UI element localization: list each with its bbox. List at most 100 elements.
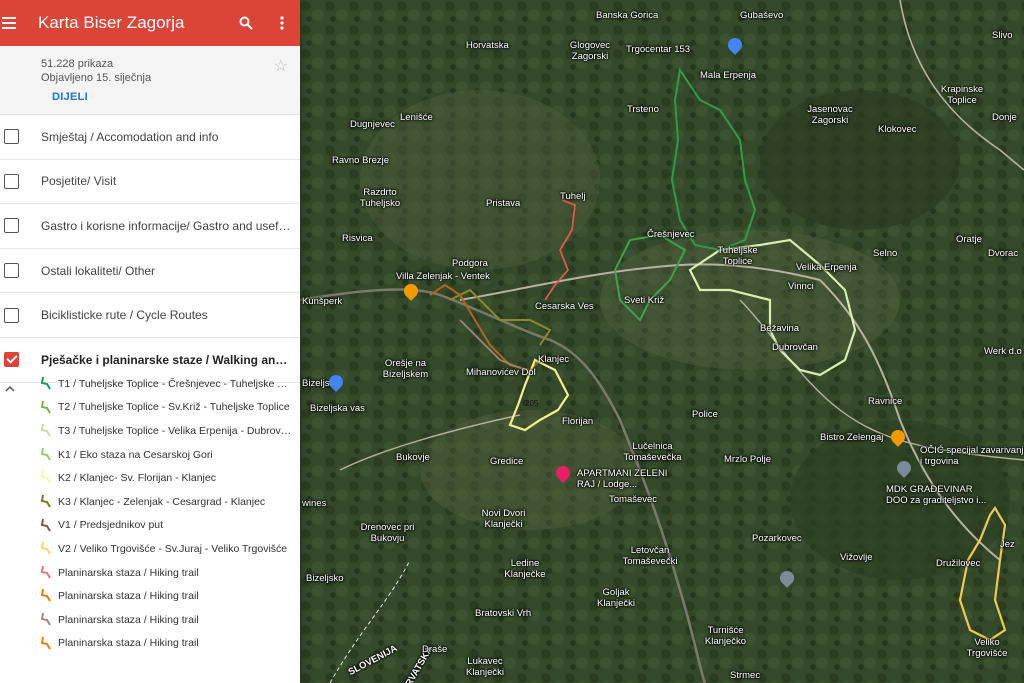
line-style-icon bbox=[40, 494, 51, 508]
trail-item[interactable]: K2 / Klanjec- Sv. Florijan - Klanjec bbox=[0, 466, 300, 490]
map-label: Glogovec Zagorski bbox=[569, 40, 611, 62]
map-label: Mrzlo Polje bbox=[724, 454, 771, 465]
trail-label: T3 / Tuheljske Toplice - Velika Erpenija… bbox=[58, 424, 292, 437]
map-label: Črešnjevec bbox=[647, 229, 695, 240]
map-label: wines bbox=[302, 498, 327, 509]
map-label: Mihanovićev Dol bbox=[466, 367, 536, 378]
trail-label: Planinarska staza / Hiking trail bbox=[58, 566, 199, 579]
layer-row[interactable]: Gastro i korisne informacije/ Gastro and… bbox=[0, 204, 300, 249]
map-label: Klanjec bbox=[538, 354, 570, 365]
more-vert-icon[interactable] bbox=[264, 0, 300, 46]
map-canvas[interactable]: 205 bbox=[300, 0, 1024, 683]
layer-label: Posjetite/ Visit bbox=[41, 174, 117, 189]
line-style-icon bbox=[40, 518, 51, 532]
map-info: 51.228 prikaza Objavljeno 15. siječnja D… bbox=[0, 46, 300, 115]
map-label: Risvica bbox=[342, 233, 373, 244]
map-label: Gredice bbox=[490, 456, 524, 467]
layer-checkbox[interactable] bbox=[4, 218, 19, 234]
map-label: Villa Zelenjak - Ventek bbox=[396, 271, 490, 282]
star-icon[interactable]: ☆ bbox=[274, 56, 288, 76]
line-style-icon bbox=[40, 447, 51, 461]
map-label: Krapinske Toplice bbox=[940, 84, 984, 106]
trail-item[interactable]: Planinarska staza / Hiking trail bbox=[0, 584, 300, 608]
trail-item[interactable]: K3 / Klanjec - Zelenjak - Cesargrad - Kl… bbox=[0, 490, 300, 514]
map-label: Bukovje bbox=[396, 452, 430, 463]
trail-label: Planinarska staza / Hiking trail bbox=[58, 637, 199, 650]
map-label: Ravnice bbox=[868, 396, 903, 407]
trail-label: K1 / Eko staza na Cesarskoj Gori bbox=[58, 448, 213, 461]
map-label: Klokovec bbox=[878, 124, 917, 135]
satellite-map[interactable]: 205 Banska Gorica Gubaševo Slivo Horvats… bbox=[300, 0, 1024, 683]
trail-label: K3 / Klanjec - Zelenjak - Cesargrad - Kl… bbox=[58, 495, 266, 508]
map-label: Jez bbox=[1000, 539, 1015, 550]
map-sidebar: Karta Biser Zagorja 51.228 prikaza Objav… bbox=[0, 0, 300, 683]
view-count: 51.228 prikaza bbox=[41, 58, 114, 70]
menu-icon[interactable] bbox=[0, 0, 24, 46]
line-style-icon bbox=[40, 541, 51, 555]
map-label: Bežavina bbox=[760, 323, 800, 334]
map-label: Dubrovčan bbox=[772, 342, 818, 353]
layer-checkbox[interactable] bbox=[4, 263, 19, 279]
layer-checkbox[interactable] bbox=[4, 352, 19, 368]
trail-label: T1 / Tuheljske Toplice - Črešnjevec - Tu… bbox=[58, 377, 292, 390]
layer-checkbox[interactable] bbox=[4, 307, 19, 323]
map-label: Selno bbox=[873, 248, 898, 259]
forest-area bbox=[760, 90, 960, 230]
map-label: Draše bbox=[422, 644, 448, 655]
map-title: Karta Biser Zagorja bbox=[38, 13, 185, 32]
map-label: Tuhelj bbox=[560, 191, 586, 202]
map-label: Cesarska Ves bbox=[535, 301, 594, 312]
layer-checkbox[interactable] bbox=[4, 173, 19, 189]
map-label: Tuheljske Toplice bbox=[717, 245, 758, 267]
app-bar: Karta Biser Zagorja bbox=[0, 0, 300, 46]
trail-item[interactable]: T3 / Tuheljske Toplice - Velika Erpenija… bbox=[0, 419, 300, 443]
layer-row[interactable]: Smještaj / Accomodation and info bbox=[0, 115, 300, 160]
trail-list: T1 / Tuheljske Toplice - Črešnjevec - Tu… bbox=[0, 372, 300, 655]
line-style-icon bbox=[40, 424, 51, 437]
map-label: Gubaševo bbox=[740, 10, 784, 21]
map-label: Vinnci bbox=[788, 281, 814, 292]
layer-label: Smještaj / Accomodation and info bbox=[41, 129, 219, 144]
layer-row[interactable]: Ostali lokaliteti/ Other bbox=[0, 249, 300, 294]
layer-row[interactable]: Biciklisticke rute / Cycle Routes bbox=[0, 293, 300, 338]
line-style-icon bbox=[40, 612, 51, 626]
map-label: Letovčan Tomaševečki bbox=[622, 545, 678, 567]
map-label: Slivo bbox=[992, 30, 1013, 41]
map-label: Lučelnica Tomaševečka bbox=[623, 441, 682, 463]
map-label: Florijan bbox=[562, 416, 594, 427]
map-label: Razdrto Tuheljsko bbox=[359, 187, 401, 209]
trail-item[interactable]: V2 / Veliko Trgovišće - Sv.Juraj - Velik… bbox=[0, 537, 300, 561]
trail-label: Planinarska staza / Hiking trail bbox=[58, 590, 199, 603]
map-label: Ravno Brezje bbox=[332, 155, 390, 166]
trail-item[interactable]: Planinarska staza / Hiking trail bbox=[0, 608, 300, 632]
map-label: Trsteno bbox=[627, 104, 659, 115]
trail-item[interactable]: V1 / Predsjednikov put bbox=[0, 514, 300, 538]
road-sign: 205 bbox=[525, 399, 539, 408]
layer-checkbox[interactable] bbox=[4, 129, 19, 145]
line-style-icon bbox=[40, 376, 51, 390]
trail-item[interactable]: Planinarska staza / Hiking trail bbox=[0, 632, 300, 656]
trail-label: Planinarska staza / Hiking trail bbox=[58, 613, 199, 626]
trail-item[interactable]: K1 / Eko staza na Cesarskoj Gori bbox=[0, 443, 300, 467]
trail-item[interactable]: T2 / Tuheljske Toplice - Sv.Križ - Tuhel… bbox=[0, 396, 300, 420]
share-button[interactable]: DIJELI bbox=[52, 91, 88, 103]
line-style-icon bbox=[40, 636, 51, 650]
trail-item[interactable]: T1 / Tuheljske Toplice - Črešnjevec - Tu… bbox=[0, 372, 300, 396]
map-label: Turnišće Klanječko bbox=[704, 625, 747, 647]
line-style-icon bbox=[40, 565, 51, 579]
map-label: Bratovski Vrh bbox=[475, 608, 532, 619]
search-icon[interactable] bbox=[228, 0, 264, 46]
map-label: APARTMANI ZELENI RAJ / Lodge... bbox=[577, 468, 668, 490]
layer-label: Biciklisticke rute / Cycle Routes bbox=[41, 308, 208, 323]
map-label: Novi Dvori Klanječki bbox=[481, 508, 526, 530]
line-style-icon bbox=[40, 589, 51, 602]
map-label: Tomaševec bbox=[609, 494, 658, 505]
layer-row[interactable]: Posjetite/ Visit bbox=[0, 160, 300, 205]
map-label: Orešje na Bizeljskem bbox=[382, 358, 429, 380]
layer-label: Gastro i korisne informacije/ Gastro and… bbox=[41, 218, 292, 233]
trail-label: V2 / Veliko Trgovišće - Sv.Juraj - Velik… bbox=[58, 542, 288, 555]
map-label: OČIĆ specijal zavarivanje i trgovina bbox=[920, 445, 1024, 467]
map-label: Drenovec pri Bukovju bbox=[360, 522, 415, 544]
trail-item[interactable]: Planinarska staza / Hiking trail bbox=[0, 561, 300, 585]
map-label: Ledine Klanječke bbox=[504, 558, 546, 580]
